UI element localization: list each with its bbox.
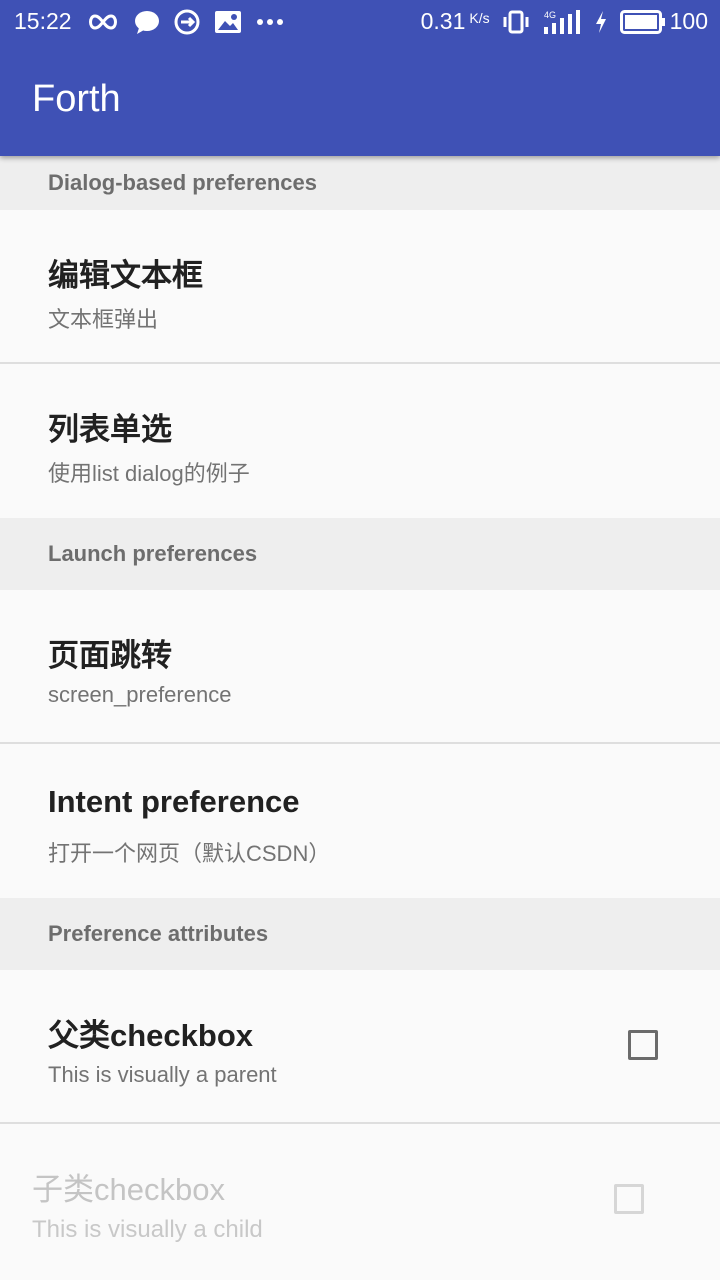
status-bar: 15:22 0.31 K/s 4G 100 — [0, 0, 720, 46]
status-time: 15:22 — [14, 8, 72, 34]
status-bar-left: 15:22 — [14, 8, 284, 35]
parent-checkbox[interactable] — [628, 1030, 658, 1060]
pref-title: 编辑文本框 — [48, 258, 203, 293]
network-type-label: 4G — [544, 10, 556, 20]
battery-indicator: 100 — [619, 8, 708, 35]
sync-icon — [174, 9, 200, 35]
pref-title: 子类checkbox — [32, 1172, 225, 1207]
preference-list[interactable]: Dialog-based preferences 编辑文本框 文本框弹出 列表单… — [0, 156, 720, 1280]
battery-icon — [619, 9, 666, 34]
pref-summary: 打开一个网页（默认CSDN） — [48, 841, 331, 866]
pref-title: 父类checkbox — [48, 1018, 254, 1053]
pref-page-jump[interactable]: 页面跳转 screen_preference — [0, 590, 720, 744]
category-header-attributes: Preference attributes — [0, 898, 720, 970]
more-dots-icon — [256, 18, 284, 26]
pref-child-checkbox: 子类checkbox This is visually a child — [0, 1124, 720, 1278]
charging-icon — [594, 10, 608, 34]
pref-title: Intent preference — [48, 784, 300, 819]
chat-bubble-icon — [134, 10, 160, 34]
network-speed-value: 0.31 — [420, 8, 466, 34]
pref-intent[interactable]: Intent preference 打开一个网页（默认CSDN） — [0, 744, 720, 898]
category-header-launch: Launch preferences — [0, 518, 720, 590]
signal-icon: 4G — [542, 9, 582, 35]
pref-summary: This is visually a child — [32, 1216, 263, 1243]
pref-title: 页面跳转 — [48, 638, 172, 673]
child-checkbox — [614, 1184, 644, 1214]
network-speed: 0.31 K/s — [421, 8, 490, 35]
page-title: Forth — [32, 78, 121, 120]
pref-title: 列表单选 — [48, 412, 172, 447]
battery-level: 100 — [669, 8, 708, 34]
category-header-dialog: Dialog-based preferences — [0, 156, 720, 210]
status-bar-right: 0.31 K/s 4G 100 — [421, 8, 708, 35]
pref-summary: 文本框弹出 — [48, 307, 159, 332]
app-bar: 15:22 0.31 K/s 4G 100 Forth — [0, 0, 720, 156]
pref-list-single-choice[interactable]: 列表单选 使用list dialog的例子 — [0, 364, 720, 518]
pref-summary: 使用list dialog的例子 — [48, 461, 250, 486]
vibrate-icon — [502, 10, 530, 34]
pref-summary: screen_preference — [48, 682, 232, 707]
network-speed-unit: K/s — [469, 10, 490, 26]
pref-summary: This is visually a parent — [48, 1062, 277, 1087]
infinity-icon — [86, 12, 120, 32]
pref-parent-checkbox[interactable]: 父类checkbox This is visually a parent — [0, 970, 720, 1124]
image-message-icon — [214, 10, 242, 34]
pref-edit-text[interactable]: 编辑文本框 文本框弹出 — [0, 210, 720, 364]
